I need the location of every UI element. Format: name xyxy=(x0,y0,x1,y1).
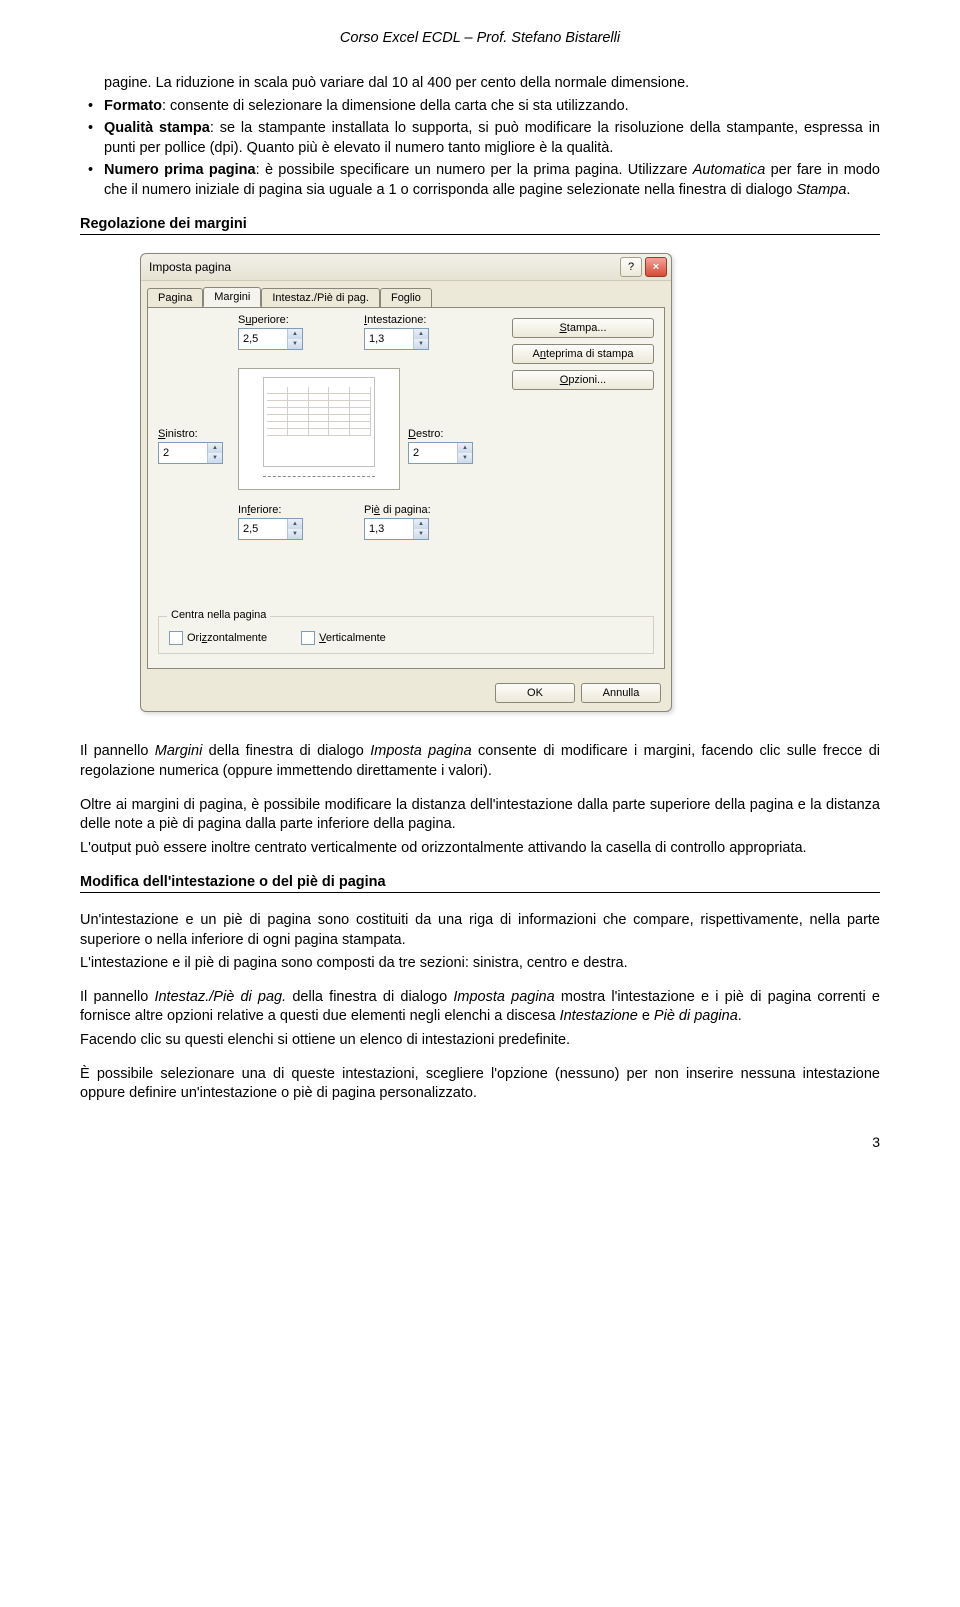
dialog-title: Imposta pagina xyxy=(149,260,617,274)
label-intestazione: Intestazione: xyxy=(364,314,429,326)
tab-pagina[interactable]: Pagina xyxy=(147,288,203,308)
bullet-text: : consente di selezionare la dimensione … xyxy=(162,98,629,114)
dialog-titlebar: Imposta pagina ? × xyxy=(141,254,671,281)
bullet-numero: Numero prima pagina: è possibile specifi… xyxy=(80,161,880,200)
text: Il pannello xyxy=(80,989,154,1005)
spinner-up-icon[interactable]: ▲ xyxy=(288,329,302,339)
spinner-destro[interactable]: ▲▼ xyxy=(408,442,473,464)
em: Intestaz./Piè di pag. xyxy=(154,989,286,1005)
input-sinistro[interactable] xyxy=(159,443,207,463)
spinner-up-icon[interactable]: ▲ xyxy=(414,329,428,339)
checkbox-label: Orizzontalmente xyxy=(187,632,267,644)
spinner-down-icon[interactable]: ▼ xyxy=(414,529,428,539)
label-inferiore: Inferiore: xyxy=(238,504,303,516)
paragraph: Un'intestazione e un piè di pagina sono … xyxy=(80,911,880,950)
center-page-group: Centra nella pagina Orizzontalmente Vert… xyxy=(158,616,654,654)
bullet-qualita: Qualità stampa: se la stampante installa… xyxy=(80,119,880,158)
label-destro: Destro: xyxy=(408,428,473,440)
print-button-label: tampa... xyxy=(567,322,607,334)
bullet-text: : è possibile specificare un numero per … xyxy=(256,162,693,178)
tab-content: Stampa... Anteprima di stampa Opzioni...… xyxy=(147,307,665,669)
bullet-lead: Formato xyxy=(104,98,162,114)
label-superiore: Superiore: xyxy=(238,314,303,326)
input-superiore[interactable] xyxy=(239,329,287,349)
em: Imposta pagina xyxy=(370,743,471,759)
spinner-inferiore[interactable]: ▲▼ xyxy=(238,518,303,540)
em: Imposta pagina xyxy=(453,989,554,1005)
spinner-up-icon[interactable]: ▲ xyxy=(458,443,472,453)
ok-button[interactable]: OK xyxy=(495,683,575,703)
spinner-down-icon[interactable]: ▼ xyxy=(414,339,428,349)
input-intestazione[interactable] xyxy=(365,329,413,349)
help-button[interactable]: ? xyxy=(620,257,642,277)
spinner-down-icon[interactable]: ▼ xyxy=(288,339,302,349)
bullet-continuation: pagine. La riduzione in scala può variar… xyxy=(80,74,880,94)
checkbox-verticale[interactable]: Verticalmente xyxy=(301,631,386,645)
paragraph: Il pannello Intestaz./Piè di pag. della … xyxy=(80,988,880,1027)
options-button[interactable]: Opzioni... xyxy=(512,370,654,390)
tab-strip: Pagina Margini Intestaz./Piè di pag. Fog… xyxy=(141,281,671,307)
spinner-pie[interactable]: ▲▼ xyxy=(364,518,429,540)
spinner-down-icon[interactable]: ▼ xyxy=(288,529,302,539)
paragraph: Il pannello Margini della finestra di di… xyxy=(80,742,880,781)
spinner-down-icon[interactable]: ▼ xyxy=(208,453,222,463)
paragraph: L'output può essere inoltre centrato ver… xyxy=(80,839,880,859)
bullet-em: Automatica xyxy=(693,162,766,178)
bullet-text: : se la stampante installata lo supporta… xyxy=(104,120,880,156)
em: Intestazione xyxy=(560,1008,638,1024)
input-pie[interactable] xyxy=(365,519,413,539)
text: Il pannello xyxy=(80,743,155,759)
input-inferiore[interactable] xyxy=(239,519,287,539)
label-pie: Piè di pagina: xyxy=(364,504,431,516)
spinner-down-icon[interactable]: ▼ xyxy=(458,453,472,463)
bullet-lead: Numero prima pagina xyxy=(104,162,256,178)
spinner-intestazione[interactable]: ▲▼ xyxy=(364,328,429,350)
print-preview-button[interactable]: Anteprima di stampa xyxy=(512,344,654,364)
checkbox-icon xyxy=(169,631,183,645)
bullet-text: . xyxy=(846,182,850,198)
tab-intestaz[interactable]: Intestaz./Piè di pag. xyxy=(261,288,380,308)
label-sinistro: Sinistro: xyxy=(158,428,223,440)
bullet-lead: Qualità stampa xyxy=(104,120,210,136)
input-destro[interactable] xyxy=(409,443,457,463)
checkbox-label: Verticalmente xyxy=(319,632,386,644)
page-number: 3 xyxy=(80,1134,880,1150)
em: Piè di pagina xyxy=(654,1008,738,1024)
bullet-formato: Formato: consente di selezionare la dime… xyxy=(80,97,880,117)
spinner-up-icon[interactable]: ▲ xyxy=(414,519,428,529)
spinner-sinistro[interactable]: ▲▼ xyxy=(158,442,223,464)
group-legend: Centra nella pagina xyxy=(167,609,270,621)
section-header-footer-heading: Modifica dell'intestazione o del piè di … xyxy=(80,874,880,893)
checkbox-icon xyxy=(301,631,315,645)
paragraph: Oltre ai margini di pagina, è possibile … xyxy=(80,796,880,835)
margin-preview xyxy=(238,368,400,490)
spinner-up-icon[interactable]: ▲ xyxy=(288,519,302,529)
tab-margini[interactable]: Margini xyxy=(203,287,261,307)
text: e xyxy=(638,1008,654,1024)
spinner-up-icon[interactable]: ▲ xyxy=(208,443,222,453)
close-button[interactable]: × xyxy=(645,257,667,277)
checkbox-orizzontale[interactable]: Orizzontalmente xyxy=(169,631,267,645)
text: della finestra di dialogo xyxy=(202,743,370,759)
section-margins-heading: Regolazione dei margini xyxy=(80,216,880,235)
paragraph: È possibile selezionare una di queste in… xyxy=(80,1065,880,1104)
document-header: Corso Excel ECDL – Prof. Stefano Bistare… xyxy=(80,30,880,46)
cancel-button[interactable]: Annulla xyxy=(581,683,661,703)
paragraph: L'intestazione e il piè di pagina sono c… xyxy=(80,954,880,974)
page-setup-dialog: Imposta pagina ? × Pagina Margini Intest… xyxy=(140,253,672,712)
text: . xyxy=(738,1008,742,1024)
bullet-text: pagine. La riduzione in scala può variar… xyxy=(104,75,689,91)
text: della finestra di dialogo xyxy=(286,989,453,1005)
em: Margini xyxy=(155,743,203,759)
print-button[interactable]: Stampa... xyxy=(512,318,654,338)
tab-foglio[interactable]: Foglio xyxy=(380,288,432,308)
spinner-superiore[interactable]: ▲▼ xyxy=(238,328,303,350)
paragraph: Facendo clic su questi elenchi si ottien… xyxy=(80,1031,880,1051)
bullet-em: Stampa xyxy=(796,182,846,198)
